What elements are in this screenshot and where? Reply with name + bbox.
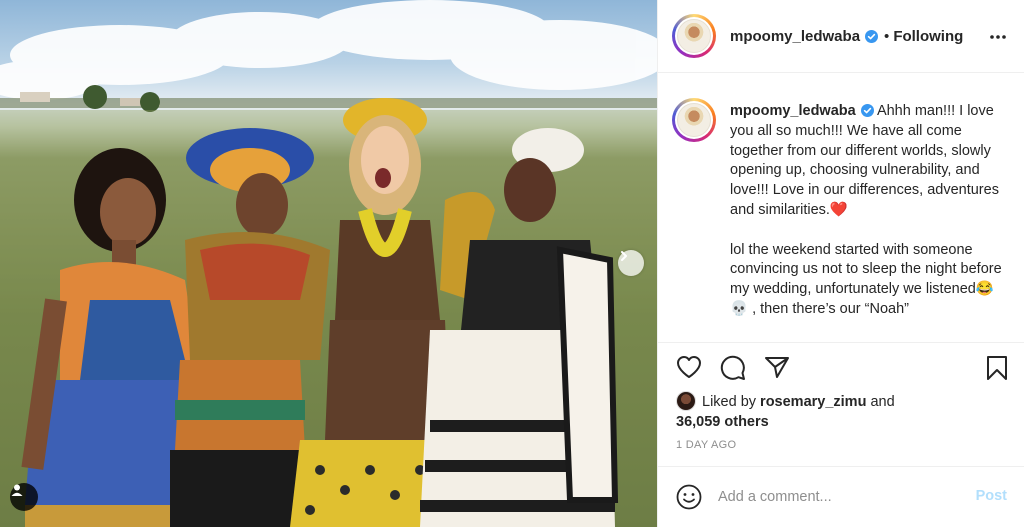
avatar-ring (675, 101, 713, 139)
share-icon[interactable] (764, 355, 790, 379)
user-tag-icon[interactable] (10, 483, 38, 511)
liked-by-user-link[interactable]: rosemary_zimu (760, 394, 866, 410)
person-icon (11, 484, 23, 496)
avatar[interactable] (672, 14, 716, 58)
caption-text: mpoomy_ledwaba Ahhh man!!! I love you al… (730, 102, 1006, 320)
verified-badge-icon (860, 104, 874, 117)
caption-username[interactable]: mpoomy_ledwaba (730, 103, 856, 119)
avatar-image (677, 103, 711, 137)
post-photo[interactable] (0, 0, 657, 527)
caption-area: mpoomy_ledwaba Ahhh man!!! I love you al… (658, 90, 1024, 340)
next-photo-button[interactable] (618, 250, 644, 276)
photo-scene (0, 0, 657, 527)
heart-icon[interactable] (676, 355, 702, 379)
post-detail-panel: mpoomy_ledwaba • Following mpoomy_ledwab… (657, 0, 1024, 527)
caption-avatar[interactable] (672, 98, 716, 142)
post-comment-button[interactable]: Post (976, 488, 1007, 504)
caption-body: Ahhh man!!! I love you all so much!!! We… (730, 103, 1002, 317)
comment-icon[interactable] (720, 355, 746, 381)
username-link[interactable]: mpoomy_ledwaba (730, 28, 860, 45)
likes-summary: Liked by rosemary_zimu and 36,059 others (676, 391, 1016, 432)
verified-badge-icon (865, 29, 879, 43)
bookmark-icon[interactable] (986, 355, 1008, 381)
chevron-right-icon (621, 251, 627, 261)
liked-by-prefix: Liked by (702, 394, 757, 410)
avatar-ring (675, 17, 713, 55)
liker-avatar[interactable] (676, 391, 696, 411)
caption-row: mpoomy_ledwaba Ahhh man!!! I love you al… (672, 90, 1007, 320)
likes-count-link[interactable]: 36,059 others (676, 414, 769, 430)
liked-by-and: and (870, 394, 895, 410)
post-timestamp[interactable]: 1 DAY AGO (676, 439, 736, 451)
comment-bar: Post (658, 466, 1024, 527)
smile-icon[interactable] (676, 484, 702, 510)
following-button[interactable]: Following (893, 28, 963, 45)
more-options-icon[interactable] (989, 28, 1007, 46)
action-bar (658, 342, 1024, 390)
comment-input[interactable] (718, 489, 948, 505)
post-header: mpoomy_ledwaba • Following (658, 0, 1024, 73)
avatar-image (677, 19, 711, 53)
separator-dot: • (884, 27, 890, 45)
